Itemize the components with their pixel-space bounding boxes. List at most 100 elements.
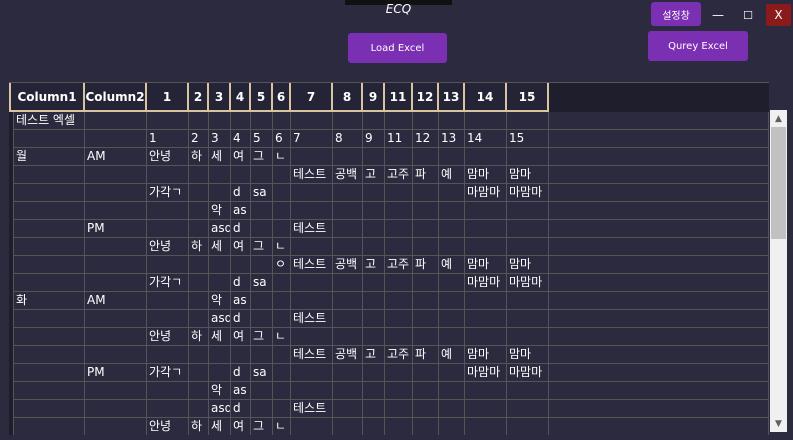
table-cell[interactable] [189, 256, 209, 274]
table-cell[interactable] [465, 400, 507, 418]
table-cell[interactable] [439, 274, 465, 292]
table-row[interactable]: 가각ㄱ d sa 마맘마 마맘마 [13, 274, 769, 292]
table-cell[interactable]: d [231, 220, 251, 238]
table-cell[interactable]: 고 [363, 346, 385, 364]
table-cell[interactable] [413, 202, 439, 220]
table-cell[interactable]: 2 [189, 130, 209, 148]
table-cell[interactable] [273, 382, 291, 400]
table-cell[interactable] [251, 292, 273, 310]
table-row[interactable]: ㅇ 테스트 공백 고 고주 파 예 맘마 맘마 [13, 256, 769, 274]
table-cell[interactable]: PM [85, 220, 147, 238]
table-cell[interactable] [291, 364, 333, 382]
table-cell[interactable] [13, 346, 85, 364]
table-cell[interactable] [209, 112, 231, 130]
table-cell[interactable]: 4 [231, 130, 251, 148]
table-cell[interactable] [507, 220, 549, 238]
table-cell[interactable] [439, 202, 465, 220]
table-cell[interactable] [13, 274, 85, 292]
table-cell[interactable] [465, 418, 507, 435]
table-cell[interactable]: d [231, 310, 251, 328]
table-cell[interactable]: 파 [413, 256, 439, 274]
table-cell[interactable] [291, 202, 333, 220]
column-header[interactable]: Column2 [85, 83, 147, 110]
table-cell[interactable]: 마맘마 [465, 274, 507, 292]
table-cell[interactable] [13, 184, 85, 202]
table-cell[interactable] [507, 292, 549, 310]
table-cell[interactable] [189, 382, 209, 400]
table-cell[interactable] [147, 292, 189, 310]
table-cell[interactable]: 맘마 [507, 346, 549, 364]
load-excel-button[interactable]: Load Excel [348, 33, 447, 63]
table-cell[interactable] [291, 418, 333, 435]
table-cell[interactable]: asd [209, 310, 231, 328]
table-cell[interactable] [273, 310, 291, 328]
table-cell[interactable] [333, 148, 363, 166]
table-cell[interactable] [507, 382, 549, 400]
table-cell[interactable]: 마맘마 [465, 184, 507, 202]
table-cell[interactable]: 여 [231, 328, 251, 346]
table-cell[interactable] [13, 364, 85, 382]
table-cell[interactable] [413, 274, 439, 292]
table-cell[interactable]: d [231, 274, 251, 292]
table-cell[interactable]: 안녕 [147, 418, 189, 435]
table-cell[interactable] [333, 382, 363, 400]
table-cell[interactable] [251, 346, 273, 364]
table-cell[interactable] [189, 292, 209, 310]
table-cell[interactable] [439, 400, 465, 418]
table-row[interactable]: 안녕 하 세 여 그 ㄴ [13, 418, 769, 435]
table-cell[interactable] [413, 310, 439, 328]
table-cell[interactable] [251, 382, 273, 400]
table-cell[interactable] [413, 400, 439, 418]
table-cell[interactable]: 화 [13, 292, 85, 310]
table-cell[interactable] [13, 400, 85, 418]
table-cell[interactable] [291, 184, 333, 202]
table-cell[interactable] [273, 364, 291, 382]
table-cell[interactable] [465, 292, 507, 310]
table-row[interactable]: 가각ㄱ d sa 마맘마 마맘마 [13, 184, 769, 202]
table-cell[interactable]: 세 [209, 418, 231, 435]
table-cell[interactable]: 고 [363, 256, 385, 274]
table-cell[interactable]: 여 [231, 148, 251, 166]
table-cell[interactable]: 세 [209, 148, 231, 166]
table-cell[interactable] [385, 220, 413, 238]
table-cell[interactable] [385, 238, 413, 256]
table-cell[interactable]: 월 [13, 148, 85, 166]
table-cell[interactable] [363, 382, 385, 400]
table-cell[interactable]: 고주 [385, 166, 413, 184]
table-cell[interactable] [147, 346, 189, 364]
table-cell[interactable] [13, 166, 85, 184]
table-cell[interactable] [465, 382, 507, 400]
table-cell[interactable] [85, 400, 147, 418]
table-cell[interactable] [507, 310, 549, 328]
table-cell[interactable] [251, 166, 273, 184]
table-cell[interactable]: 고주 [385, 256, 413, 274]
table-cell[interactable] [465, 148, 507, 166]
table-cell[interactable]: 그 [251, 328, 273, 346]
table-cell[interactable]: 9 [363, 130, 385, 148]
table-cell[interactable] [333, 400, 363, 418]
table-cell[interactable] [189, 274, 209, 292]
table-cell[interactable] [13, 220, 85, 238]
table-cell[interactable] [13, 256, 85, 274]
scroll-thumb[interactable] [771, 127, 786, 239]
table-cell[interactable]: d [231, 184, 251, 202]
table-cell[interactable]: 13 [439, 130, 465, 148]
table-cell[interactable]: 가각ㄱ [147, 274, 189, 292]
table-cell[interactable] [333, 220, 363, 238]
table-row[interactable]: 악 as [13, 382, 769, 400]
table-cell[interactable] [333, 112, 363, 130]
table-row[interactable]: 테스트 엑셀 [13, 112, 769, 130]
table-row[interactable]: 화 AM 악 as [13, 292, 769, 310]
table-cell[interactable] [85, 256, 147, 274]
table-cell[interactable]: 안녕 [147, 328, 189, 346]
table-cell[interactable]: 악 [209, 202, 231, 220]
table-cell[interactable] [85, 166, 147, 184]
table-cell[interactable] [363, 310, 385, 328]
table-cell[interactable] [291, 382, 333, 400]
table-cell[interactable]: 12 [413, 130, 439, 148]
table-cell[interactable] [363, 364, 385, 382]
table-cell[interactable]: 마맘마 [507, 364, 549, 382]
table-row[interactable]: 테스트 공백 고 고주 파 예 맘마 맘마 [13, 166, 769, 184]
table-cell[interactable]: 세 [209, 328, 231, 346]
table-cell[interactable] [189, 346, 209, 364]
